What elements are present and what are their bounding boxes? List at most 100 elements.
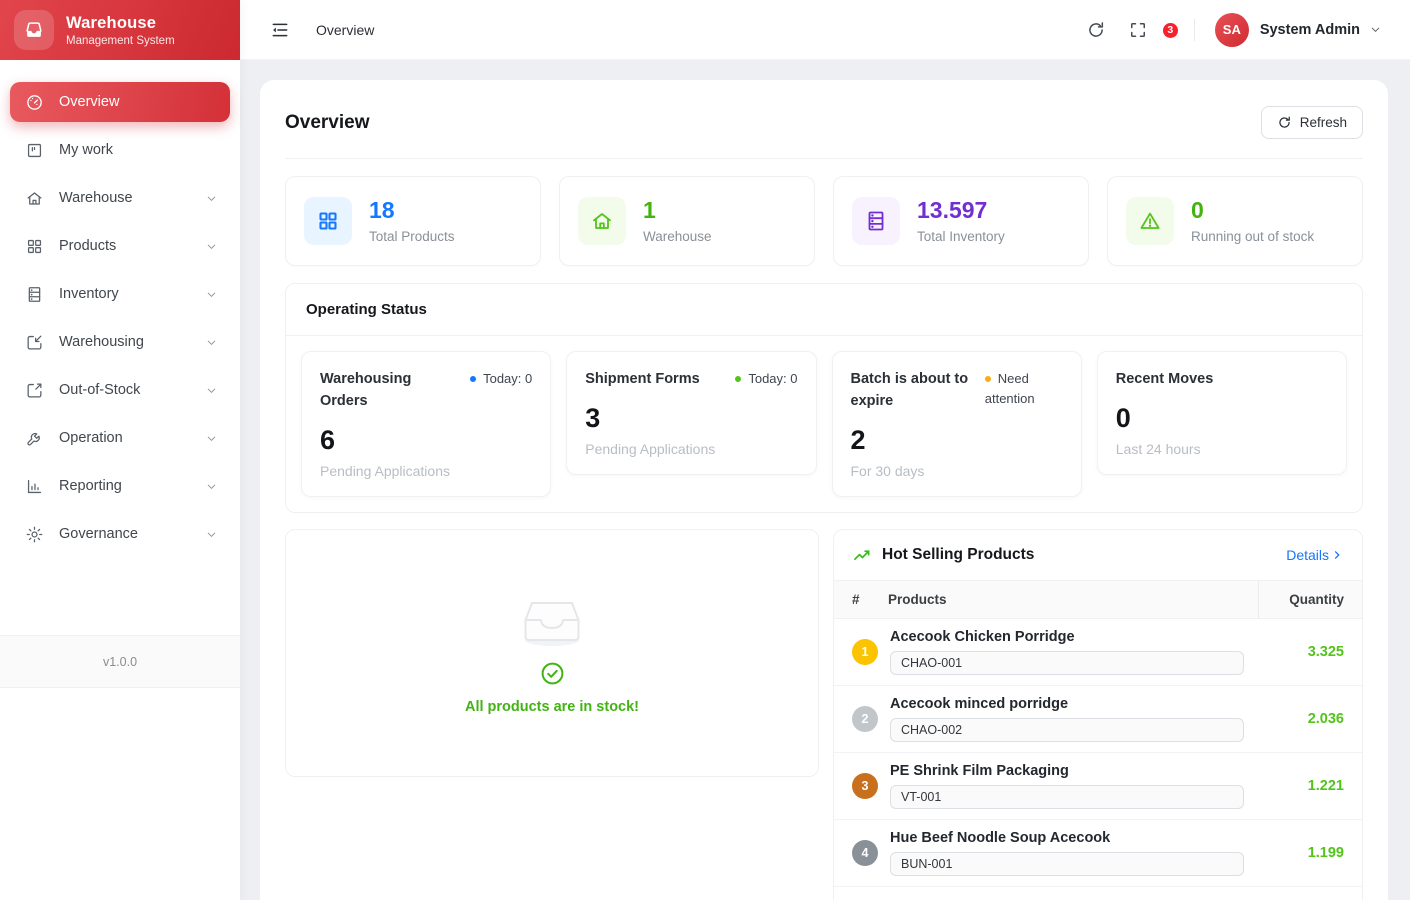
op-card-value: 6 — [320, 424, 336, 455]
column-products: Products — [888, 591, 947, 607]
stat-value: 0 — [1191, 197, 1204, 224]
product-sku-tag: CHAO-001 — [890, 650, 1244, 675]
product-quantity: 1.199 — [1307, 844, 1344, 861]
chevron-right-icon — [1330, 548, 1344, 562]
stat-label: Total Inventory — [917, 228, 1005, 244]
sidebar-item-warehouse[interactable]: Warehouse — [10, 178, 230, 218]
product-name: Acecook minced porridge — [890, 695, 1069, 712]
op-card-caption: For 30 days — [850, 462, 925, 479]
chevron-down-icon[interactable] — [1369, 23, 1382, 36]
divider — [285, 158, 1363, 159]
product-sku-tag: VT-001 — [890, 784, 1244, 809]
op-card-shipment-forms: Shipment Forms Today: 0 3 Pending Applic… — [566, 351, 817, 476]
inbox-logo-icon — [14, 10, 54, 50]
status-dot — [735, 375, 742, 382]
stat-card-total-products: 18 Total Products — [285, 176, 541, 266]
rank-badge: 2 — [852, 705, 878, 732]
user-name[interactable]: System Admin — [1260, 22, 1360, 38]
sidebar-item-overview[interactable]: Overview — [10, 82, 230, 122]
sidebar-item-operation[interactable]: Operation — [10, 418, 230, 458]
op-card-badge: Need attention — [984, 371, 1035, 407]
product-quantity: 3.325 — [1307, 643, 1344, 660]
notification-badge: 3 — [1161, 21, 1179, 39]
breadcrumb: Overview — [316, 21, 375, 38]
check-circle-icon — [539, 660, 566, 687]
sidebar-item-warehousing[interactable]: Warehousing — [10, 322, 230, 362]
product-quantity: 1.221 — [1307, 777, 1344, 794]
chevron-down-icon — [205, 528, 218, 541]
chevron-down-icon — [205, 480, 218, 493]
stock-status-message: All products are in stock! — [464, 699, 640, 716]
sidebar-item-reporting[interactable]: Reporting — [10, 466, 230, 506]
product-quantity: 2.036 — [1307, 710, 1344, 727]
column-rank: # — [852, 591, 860, 607]
main-area: Overview Refresh 18 Total Products 1 War… — [240, 60, 1410, 900]
sidebar-item-label: Reporting — [59, 478, 122, 494]
refresh-button[interactable]: Refresh — [1260, 106, 1363, 139]
wrench-icon — [25, 429, 44, 448]
menu-fold-icon[interactable] — [270, 20, 290, 40]
stat-value: 1 — [643, 197, 656, 224]
reload-icon[interactable] — [1086, 20, 1106, 40]
op-card-caption: Last 24 hours — [1115, 441, 1201, 458]
app-title: Warehouse — [66, 13, 157, 32]
table-row: 2 Acecook minced porridge CHAO-002 2.036 — [834, 686, 1362, 753]
sidebar-item-label: Operation — [59, 430, 123, 446]
sidebar-item-out-of-stock[interactable]: Out-of-Stock — [10, 370, 230, 410]
rank-badge: 3 — [852, 772, 878, 799]
stat-card-out-of-stock: 0 Running out of stock — [1107, 176, 1363, 266]
stat-label: Total Products — [369, 228, 455, 244]
rank-badge: 4 — [852, 839, 878, 866]
table-header: # Products Quantity — [834, 579, 1362, 619]
content-card: Overview Refresh 18 Total Products 1 War… — [260, 80, 1388, 900]
op-card-caption: Pending Applications — [320, 462, 450, 479]
appstore-icon — [304, 197, 352, 245]
sidebar-item-label: Products — [59, 238, 117, 254]
refresh-button-label: Refresh — [1299, 115, 1347, 130]
database-icon — [25, 285, 44, 304]
op-card-value: 3 — [585, 402, 601, 433]
sidebar-item-my-work[interactable]: My work — [10, 130, 230, 170]
sidebar-item-governance[interactable]: Governance — [10, 514, 230, 554]
details-link[interactable]: Details — [1286, 547, 1344, 563]
export-icon — [25, 381, 44, 400]
op-card-title: Shipment Forms — [585, 371, 700, 387]
op-card-title: Batch is about to expire — [850, 371, 969, 409]
stat-label: Warehouse — [643, 228, 712, 244]
sidebar-item-inventory[interactable]: Inventory — [10, 274, 230, 314]
bar-chart-icon — [25, 477, 44, 496]
appstore-icon — [25, 237, 44, 256]
hot-selling-products-card: Hot Selling Products Details # Products … — [833, 528, 1363, 900]
product-sku-tag: BUN-001 — [890, 851, 1244, 876]
chevron-down-icon — [205, 192, 218, 205]
op-card-badge: Today: 0 — [470, 369, 532, 413]
reload-icon — [1277, 115, 1292, 130]
product-name: PE Shrink Film Packaging — [890, 762, 1069, 779]
stats-row: 18 Total Products 1 Warehouse 13.597 Tot… — [285, 176, 1363, 266]
sidebar-item-label: Overview — [59, 94, 120, 110]
fullscreen-icon[interactable] — [1128, 20, 1148, 40]
chevron-down-icon — [205, 336, 218, 349]
table-row: 5 Thai Shrimp Hot Pot Noodles — [834, 887, 1362, 900]
app-subtitle: Management System — [66, 34, 175, 47]
database-icon — [852, 197, 900, 245]
status-dot — [984, 375, 991, 382]
sidebar-item-label: Governance — [59, 526, 138, 542]
stat-label: Running out of stock — [1191, 228, 1315, 244]
home-icon — [25, 189, 44, 208]
app-logo: Warehouse Management System — [0, 0, 240, 60]
chevron-down-icon — [205, 384, 218, 397]
sidebar-item-label: Warehousing — [59, 334, 144, 350]
chevron-down-icon — [205, 240, 218, 253]
product-sku-tag: CHAO-002 — [890, 717, 1244, 742]
dashboard-icon — [25, 93, 44, 112]
sidebar-item-products[interactable]: Products — [10, 226, 230, 266]
sidebar-item-label: Out-of-Stock — [59, 382, 141, 398]
avatar[interactable]: SA — [1214, 12, 1249, 47]
rise-icon — [852, 545, 872, 565]
op-card-recent-moves: Recent Moves 0 Last 24 hours — [1096, 351, 1347, 476]
chevron-down-icon — [205, 432, 218, 445]
op-card-warehousing-orders: Warehousing Orders Today: 0 6 Pending Ap… — [301, 351, 552, 497]
warning-icon — [1126, 197, 1174, 245]
op-card-batch-expire: Batch is about to expire Need attention … — [831, 351, 1082, 497]
